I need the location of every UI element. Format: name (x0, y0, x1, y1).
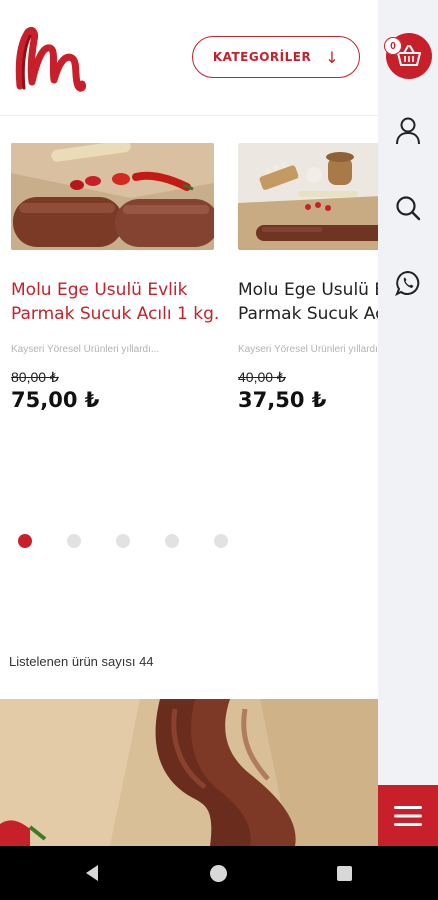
product-image[interactable] (11, 143, 214, 250)
whatsapp-icon[interactable] (378, 270, 438, 296)
categories-label: KATEGORİLER (212, 50, 312, 64)
product-title[interactable]: Molu Ege Usulü Evlik Parmak Sucuk Acılı … (11, 278, 221, 326)
hamburger-menu-icon (394, 805, 422, 826)
menu-button[interactable] (378, 785, 438, 846)
back-icon[interactable] (84, 864, 100, 887)
product-card[interactable]: Molu Ege Usulü Evlik Parmak Sucuk Acılı … (11, 143, 219, 412)
product-card[interactable]: Molu Ege Usulü Evlik Parmak Sucuk Acılı … (238, 143, 378, 412)
product-image[interactable] (0, 699, 378, 846)
header: KATEGORİLER ↓ (0, 0, 378, 116)
home-icon[interactable] (210, 865, 227, 882)
product-description: Kayseri Yöresel Ürünleri yıllardı... (238, 344, 378, 355)
side-rail (378, 0, 438, 846)
product-count-label: Listelenen ürün sayısı 44 (9, 654, 154, 669)
search-icon[interactable] (378, 195, 438, 221)
product-old-price: 80,00 ₺ (11, 369, 59, 385)
carousel-dot[interactable] (116, 534, 130, 548)
product-title[interactable]: Molu Ege Usulü Evlik Parmak Sucuk Acılı … (238, 278, 378, 326)
carousel-dot[interactable] (67, 534, 81, 548)
carousel-pagination (18, 534, 228, 548)
carousel-dot[interactable] (214, 534, 228, 548)
cart-count-badge: 0 (384, 37, 402, 55)
categories-button[interactable]: KATEGORİLER ↓ (192, 36, 360, 78)
brand-logo-icon[interactable] (14, 24, 86, 94)
product-image[interactable] (238, 143, 378, 250)
recent-apps-icon[interactable] (337, 866, 352, 881)
carousel-dot[interactable] (165, 534, 179, 548)
product-description: Kayseri Yöresel Ürünleri yıllardı... (11, 344, 160, 355)
user-icon[interactable] (378, 117, 438, 145)
product-old-price: 40,00 ₺ (238, 369, 286, 385)
product-price: 75,00 ₺ (11, 388, 100, 412)
arrow-down-icon: ↓ (325, 47, 340, 67)
main-content: KATEGORİLER ↓ Molu Ege Usulü Evlik Parma… (0, 0, 378, 846)
product-price: 37,50 ₺ (238, 388, 327, 412)
carousel-dot[interactable] (18, 534, 32, 548)
